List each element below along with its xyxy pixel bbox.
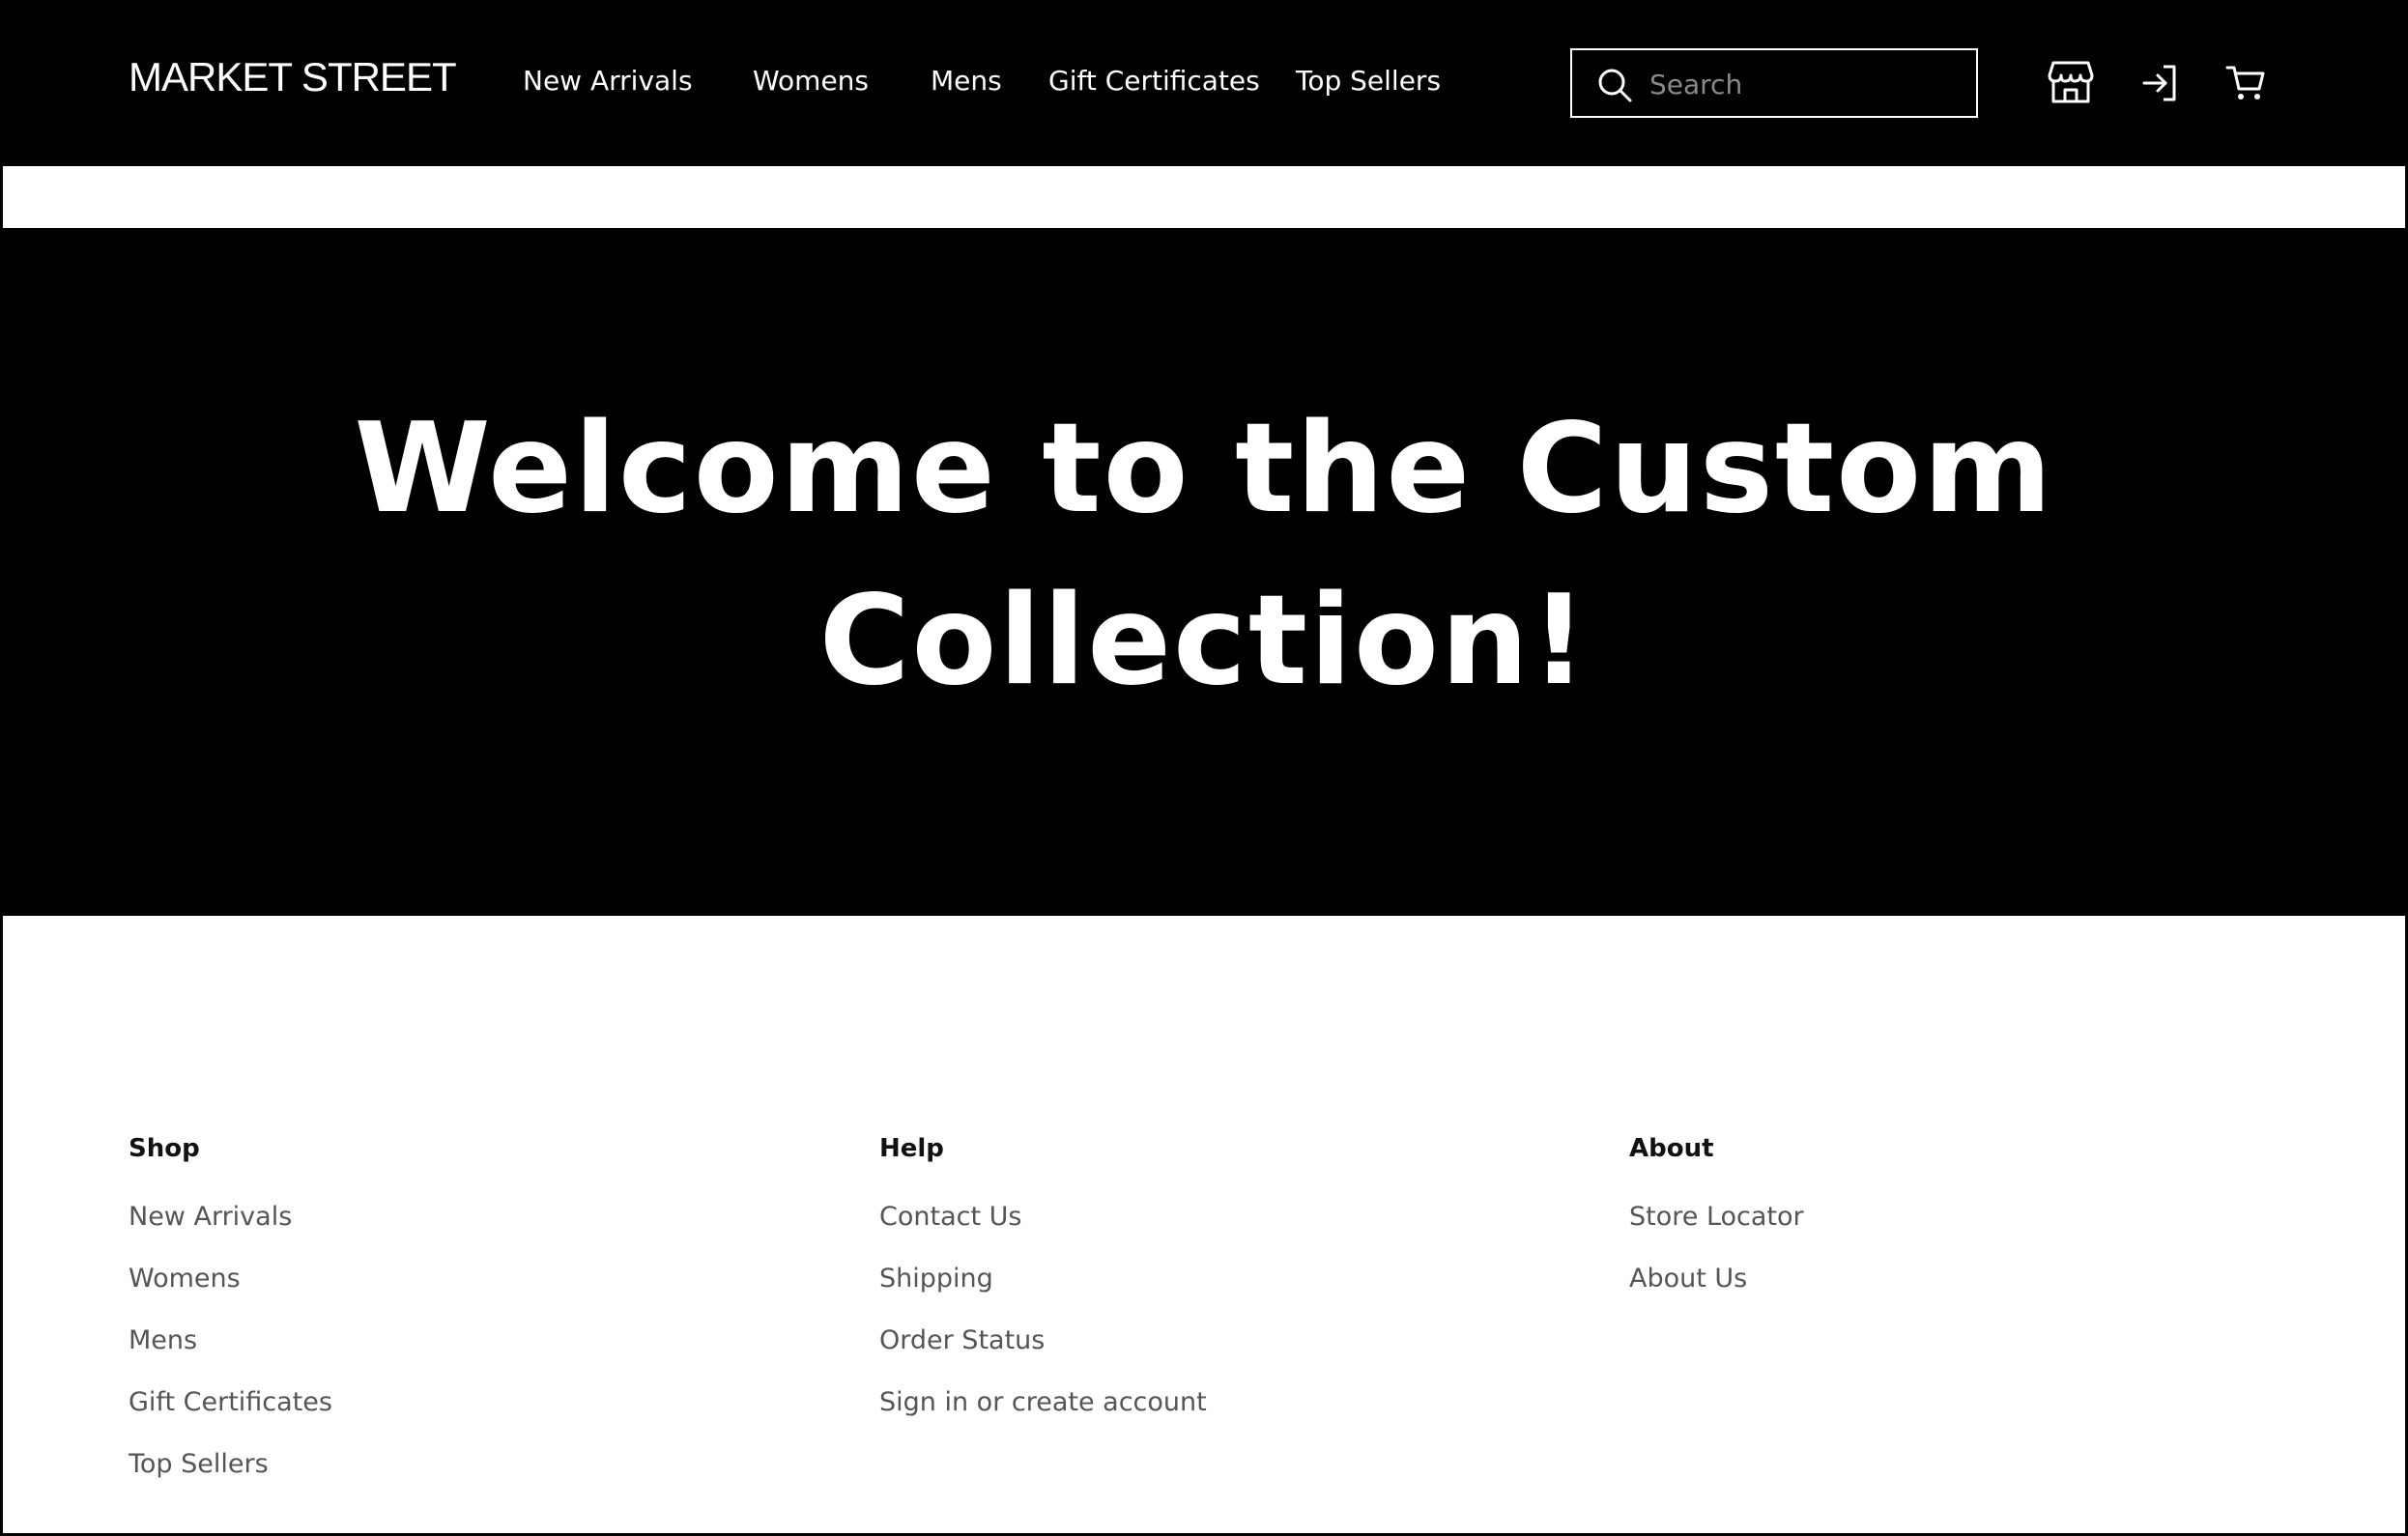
nav-mens[interactable]: Mens	[931, 65, 1002, 97]
nav-top-sellers[interactable]: Top Sellers	[1296, 65, 1441, 97]
sign-in-icon[interactable]	[2140, 64, 2179, 102]
footer-link-new-arrivals[interactable]: New Arrivals	[129, 1202, 292, 1232]
footer-heading: Help	[879, 1134, 944, 1163]
site-header: MARKET STREET New Arrivals Womens Mens G…	[3, 0, 2405, 166]
nav-gift-certificates[interactable]: Gift Certificates	[1048, 65, 1260, 97]
footer-link-womens[interactable]: Womens	[129, 1264, 241, 1294]
site-logo[interactable]: MARKET STREET	[129, 54, 457, 100]
nav-new-arrivals[interactable]: New Arrivals	[523, 65, 693, 97]
store-icon[interactable]	[2048, 60, 2094, 104]
page: MARKET STREET New Arrivals Womens Mens G…	[0, 0, 2408, 1536]
footer-link-mens[interactable]: Mens	[129, 1325, 197, 1355]
nav-womens[interactable]: Womens	[753, 65, 869, 97]
hero-banner: Welcome to the Custom Collection!	[3, 228, 2405, 916]
search-input[interactable]	[1649, 58, 1959, 110]
footer-column-help: Help Contact Us Shipping Order Status Si…	[879, 1134, 1207, 1449]
footer-heading: About	[1629, 1134, 1714, 1163]
footer-link-gift-certificates[interactable]: Gift Certificates	[129, 1387, 332, 1417]
footer-link-shipping[interactable]: Shipping	[879, 1264, 993, 1294]
footer-link-store-locator[interactable]: Store Locator	[1629, 1202, 1804, 1232]
footer-link-top-sellers[interactable]: Top Sellers	[129, 1449, 269, 1479]
hero-title: Welcome to the Custom Collection!	[354, 397, 2054, 713]
cart-icon[interactable]	[2225, 64, 2266, 102]
search-box	[1570, 48, 1978, 118]
footer-link-about-us[interactable]: About Us	[1629, 1264, 1747, 1294]
footer-column-shop: Shop New Arrivals Womens Mens Gift Certi…	[129, 1134, 332, 1511]
search-icon[interactable]	[1595, 66, 1634, 104]
footer-heading: Shop	[129, 1134, 200, 1163]
footer-column-about: About Store Locator About Us	[1629, 1134, 1804, 1325]
footer-link-order-status[interactable]: Order Status	[879, 1325, 1045, 1355]
footer-link-contact-us[interactable]: Contact Us	[879, 1202, 1021, 1232]
footer-link-sign-in[interactable]: Sign in or create account	[879, 1387, 1207, 1417]
